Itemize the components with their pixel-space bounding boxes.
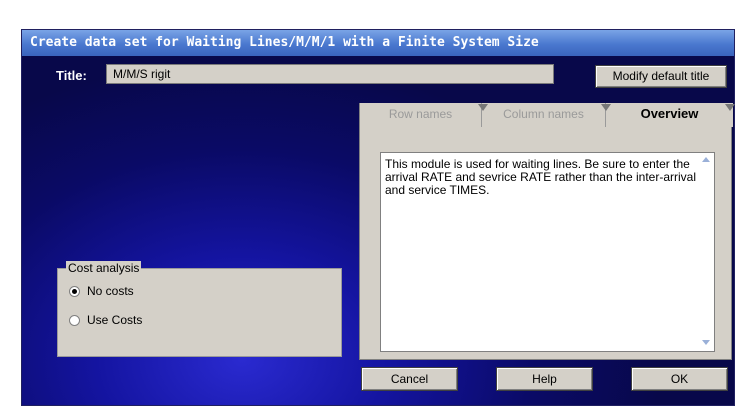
tab-column-names[interactable]: Column names bbox=[482, 103, 606, 127]
tab-divider-marker bbox=[725, 104, 735, 111]
scroll-up-arrow-icon[interactable] bbox=[702, 157, 710, 162]
radio-label: Use Costs bbox=[87, 313, 143, 327]
dialog-window: Create data set for Waiting Lines/M/M/1 … bbox=[22, 30, 735, 405]
radio-label: No costs bbox=[87, 284, 134, 298]
radio-no-costs[interactable]: No costs bbox=[69, 284, 134, 298]
radio-use-costs[interactable]: Use Costs bbox=[69, 313, 142, 327]
help-label: Help bbox=[532, 372, 557, 386]
overview-text: This module is used for waiting lines. B… bbox=[385, 157, 696, 197]
radio-unselected-icon[interactable] bbox=[69, 314, 80, 326]
tab-divider-marker bbox=[478, 104, 488, 111]
modify-default-title-button[interactable]: Modify default title bbox=[595, 65, 727, 88]
tab-divider-marker bbox=[601, 104, 611, 111]
ok-button[interactable]: OK bbox=[631, 367, 728, 391]
tab-overview[interactable]: Overview bbox=[606, 103, 733, 127]
cancel-label: Cancel bbox=[390, 372, 429, 386]
title-input[interactable]: M/M/S rigit bbox=[106, 64, 554, 84]
title-label: Title: bbox=[56, 68, 87, 83]
cost-analysis-title: Cost analysis bbox=[66, 261, 142, 275]
overview-textarea[interactable]: This module is used for waiting lines. B… bbox=[380, 152, 715, 352]
cost-analysis-group: Cost analysis No costs Use Costs bbox=[57, 261, 342, 357]
cancel-button[interactable]: Cancel bbox=[361, 367, 458, 391]
radio-selected-icon[interactable] bbox=[69, 285, 80, 297]
help-button[interactable]: Help bbox=[496, 367, 593, 391]
scroll-down-arrow-icon[interactable] bbox=[702, 340, 710, 345]
dialog-titlebar: Create data set for Waiting Lines/M/M/1 … bbox=[22, 30, 734, 56]
tab-row-names[interactable]: Row names bbox=[360, 103, 482, 127]
ok-label: OK bbox=[670, 372, 689, 386]
tab-panel: Row names Column names Overview This mod… bbox=[359, 103, 735, 360]
